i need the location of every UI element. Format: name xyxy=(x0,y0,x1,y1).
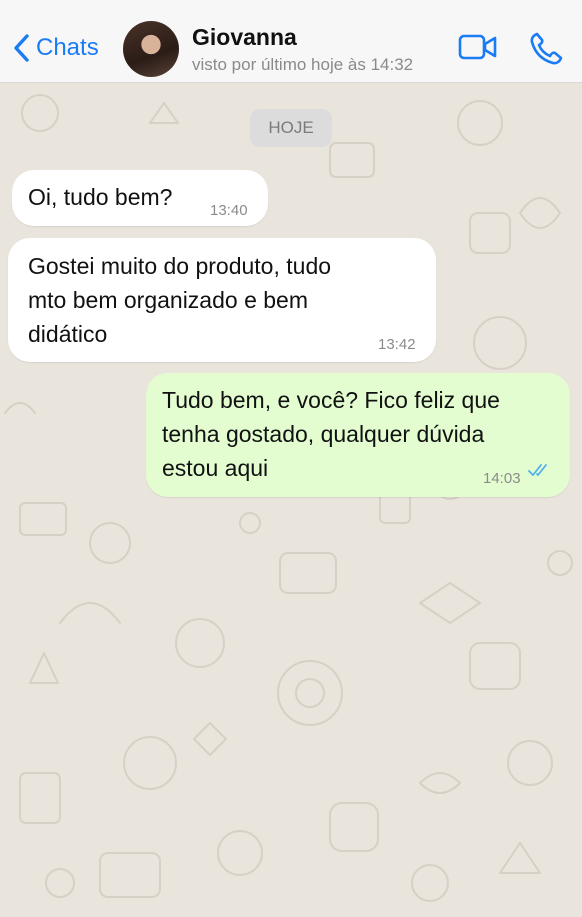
message-time: 14:03 xyxy=(483,470,521,487)
back-button[interactable]: Chats xyxy=(12,30,99,66)
message-text-line: Gostei muito do produto, tudo xyxy=(28,253,332,279)
chevron-left-icon xyxy=(14,34,29,62)
video-camera-icon[interactable] xyxy=(458,32,498,62)
chat-header: Chats Giovanna visto por último hoje às … xyxy=(0,0,582,83)
message-time: 13:40 xyxy=(210,202,248,219)
double-check-icon xyxy=(528,464,547,476)
chat-area[interactable]: HOJE Oi, tudo bem? 13:40 Gostei muito do… xyxy=(0,83,582,917)
message-text-line: tenha gostado, qualquer dúvida xyxy=(162,421,485,447)
phone-icon[interactable] xyxy=(528,31,564,67)
message-text-line: estou aqui xyxy=(162,455,269,481)
message-bubble-outgoing[interactable]: Tudo bem, e você? Fico feliz que tenha g… xyxy=(146,373,570,497)
contact-status: visto por último hoje às 14:32 xyxy=(192,55,414,74)
message-text: Oi, tudo bem? xyxy=(28,184,173,210)
message-bubble-incoming[interactable]: Gostei muito do produto, tudo mto bem or… xyxy=(8,238,436,362)
contact-name[interactable]: Giovanna xyxy=(192,24,297,51)
avatar[interactable] xyxy=(123,21,179,77)
message-text-line: mto bem organizado e bem xyxy=(28,287,308,313)
message-bubble-incoming[interactable]: Oi, tudo bem? 13:40 xyxy=(12,170,268,226)
date-separator: HOJE xyxy=(250,109,332,147)
message-text-line: didático xyxy=(28,321,108,347)
back-label: Chats xyxy=(36,34,99,61)
message-text-line: Tudo bem, e você? Fico feliz que xyxy=(162,387,500,413)
message-time: 13:42 xyxy=(378,336,416,353)
